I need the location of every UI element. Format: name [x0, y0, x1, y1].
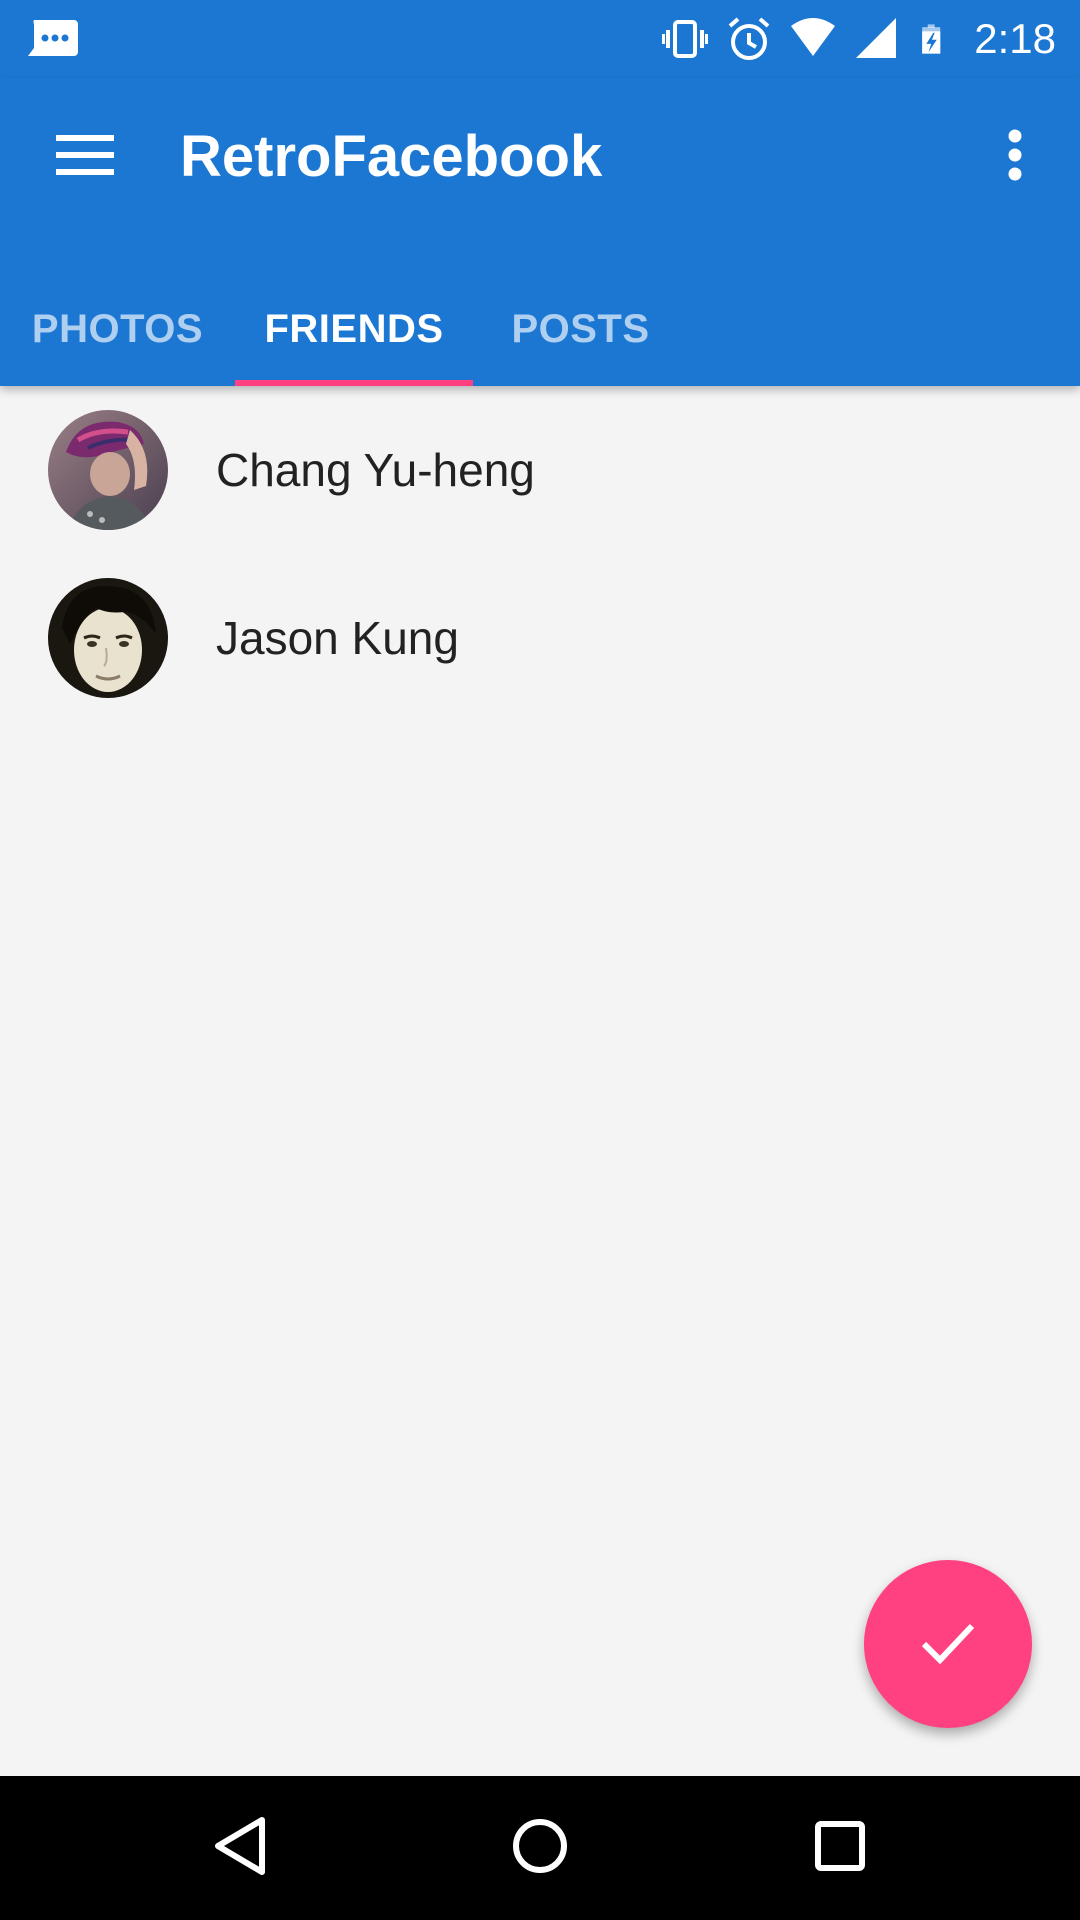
chat-bubble-icon [28, 18, 80, 58]
avatar [48, 578, 168, 698]
tab-label: PHOTOS [31, 306, 204, 351]
back-button[interactable] [190, 1798, 290, 1898]
app-title: RetroFacebook [180, 124, 603, 189]
navigation-bar [0, 1776, 1080, 1920]
list-item[interactable]: Chang Yu-heng [0, 386, 1080, 554]
check-icon [920, 1620, 976, 1669]
tab-posts[interactable]: POSTS [473, 272, 688, 386]
recents-icon [814, 1820, 866, 1877]
overflow-menu-button[interactable] [980, 124, 1050, 190]
tab-bar: PHOTOS FRIENDS POSTS [0, 272, 688, 386]
confirm-fab[interactable] [864, 1560, 1032, 1728]
hamburger-menu-icon [56, 133, 114, 182]
cell-signal-icon [854, 16, 900, 62]
tab-friends[interactable]: FRIENDS [235, 272, 473, 386]
wifi-icon [790, 16, 836, 62]
battery-charging-icon [918, 16, 950, 62]
friend-name: Chang Yu-heng [216, 444, 535, 496]
tab-label: POSTS [511, 306, 650, 351]
tab-label: FRIENDS [264, 306, 444, 351]
vibrate-icon [662, 16, 709, 62]
home-button[interactable] [490, 1798, 590, 1898]
status-bar: 2:18 [0, 0, 1080, 78]
more-vert-icon [1007, 129, 1023, 186]
home-icon [512, 1818, 568, 1879]
friends-list: Chang Yu-heng Jason Kung [0, 386, 1080, 722]
friend-name: Jason Kung [216, 612, 459, 664]
app-bar: RetroFacebook PHOTOS FRIENDS POSTS [0, 78, 1080, 386]
avatar [48, 410, 168, 530]
screen: 2:18 RetroFacebook PHOTOS FRIENDS POSTS … [0, 0, 1080, 1920]
recents-button[interactable] [790, 1798, 890, 1898]
tab-photos[interactable]: PHOTOS [0, 272, 235, 386]
back-icon [212, 1816, 268, 1881]
alarm-icon [726, 16, 772, 62]
menu-button[interactable] [40, 124, 130, 190]
status-time: 2:18 [974, 15, 1056, 62]
list-item[interactable]: Jason Kung [0, 554, 1080, 722]
